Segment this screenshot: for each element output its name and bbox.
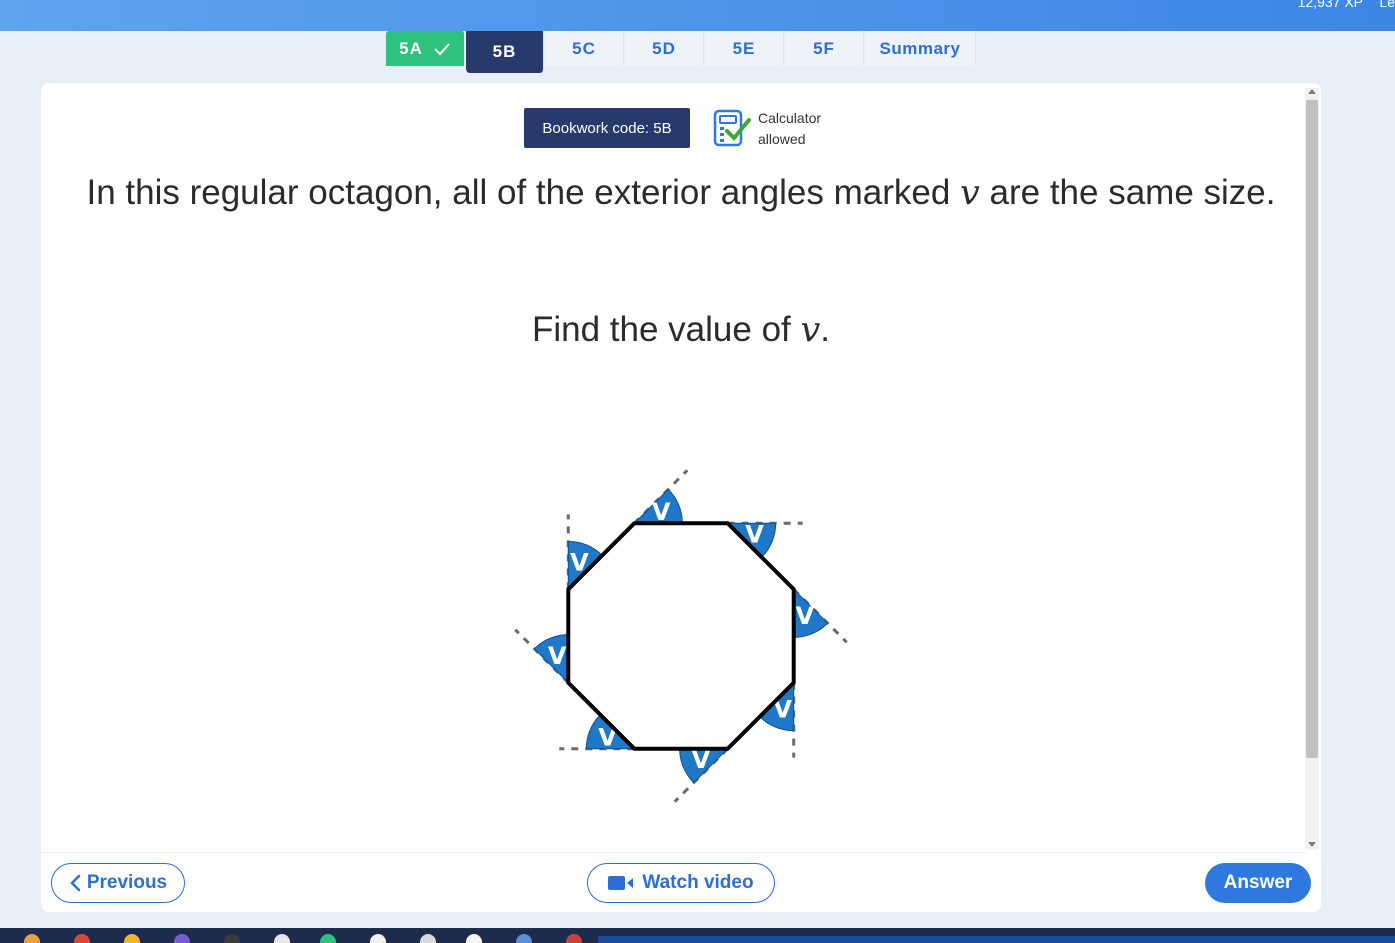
watch-video-label: Watch video bbox=[642, 872, 754, 893]
question-part: In this regular octagon, all of the exte… bbox=[86, 173, 961, 212]
calculator-label: Calculator bbox=[758, 110, 822, 126]
tab-5e[interactable]: 5E bbox=[705, 31, 784, 66]
tab-5a[interactable]: 5A bbox=[386, 31, 465, 66]
tab-label: 5C bbox=[572, 38, 596, 58]
taskbar-app-icon[interactable] bbox=[74, 934, 90, 943]
find-prompt: Find the value of v. bbox=[71, 310, 1291, 350]
tab-label: 5E bbox=[732, 38, 756, 58]
angle-label-v: V bbox=[548, 642, 567, 670]
tab-5c[interactable]: 5C bbox=[545, 31, 624, 66]
tab-label: 5B bbox=[492, 42, 517, 61]
level-label: Le bbox=[1379, 0, 1395, 10]
tab-summary[interactable]: Summary bbox=[865, 31, 976, 66]
scrollbar-thumb[interactable] bbox=[1306, 100, 1318, 758]
angle-label-v: V bbox=[796, 602, 815, 630]
answer-button[interactable]: Answer bbox=[1205, 863, 1311, 903]
question-part: are the same size. bbox=[979, 173, 1276, 212]
variable-v: v bbox=[800, 310, 821, 350]
taskbar-app-icon[interactable] bbox=[124, 934, 140, 943]
previous-button[interactable]: Previous bbox=[51, 863, 185, 903]
tab-label: Summary bbox=[879, 38, 961, 58]
scroll-up-icon[interactable] bbox=[1308, 89, 1316, 94]
taskbar-app-icon[interactable] bbox=[516, 934, 532, 943]
taskbar-app-icon[interactable] bbox=[24, 934, 40, 943]
find-part: Find the value of bbox=[531, 310, 801, 349]
watch-video-button[interactable]: Watch video bbox=[587, 863, 775, 903]
taskbar-app-icon[interactable] bbox=[320, 934, 336, 943]
calculator-allowed: allowed bbox=[758, 131, 806, 147]
tab-label: 5A bbox=[399, 38, 423, 58]
octagon-diagram: VVVVVVVV bbox=[514, 469, 848, 803]
taskbar-highlight bbox=[598, 936, 1395, 943]
tab-label: 5D bbox=[652, 38, 676, 58]
taskbar-app-icon[interactable] bbox=[274, 934, 290, 943]
taskbar-app-icon[interactable] bbox=[370, 934, 386, 943]
xp-counter: 12,937 XP bbox=[1297, 0, 1363, 10]
tab-5d[interactable]: 5D bbox=[625, 31, 704, 66]
calculator-check-icon bbox=[713, 109, 751, 147]
tab-5b[interactable]: 5B bbox=[466, 31, 544, 73]
taskbar-app-icon[interactable] bbox=[566, 934, 582, 943]
video-camera-icon bbox=[608, 876, 634, 890]
variable-v: v bbox=[960, 173, 980, 213]
taskbar-app-icon[interactable] bbox=[466, 934, 482, 943]
tab-5f[interactable]: 5F bbox=[785, 31, 864, 66]
top-bar: 12,937 XP Le bbox=[0, 0, 1395, 31]
octagon-outline bbox=[566, 521, 796, 751]
taskbar-app-icon[interactable] bbox=[420, 934, 436, 943]
previous-label: Previous bbox=[86, 872, 168, 893]
checkmark-icon bbox=[434, 42, 450, 55]
footer-divider bbox=[41, 852, 1305, 853]
chevron-left-icon bbox=[70, 874, 81, 892]
question-text: In this regular octagon, all of the exte… bbox=[71, 168, 1291, 218]
taskbar bbox=[0, 928, 1395, 943]
calculator-status: Calculator allowed bbox=[758, 108, 821, 150]
tab-label: 5F bbox=[813, 38, 835, 58]
find-part: . bbox=[820, 310, 830, 349]
bookwork-code-badge: Bookwork code: 5B bbox=[524, 108, 690, 148]
taskbar-app-icon[interactable] bbox=[224, 934, 240, 943]
scroll-down-icon[interactable] bbox=[1308, 842, 1316, 847]
taskbar-app-icon[interactable] bbox=[174, 934, 190, 943]
